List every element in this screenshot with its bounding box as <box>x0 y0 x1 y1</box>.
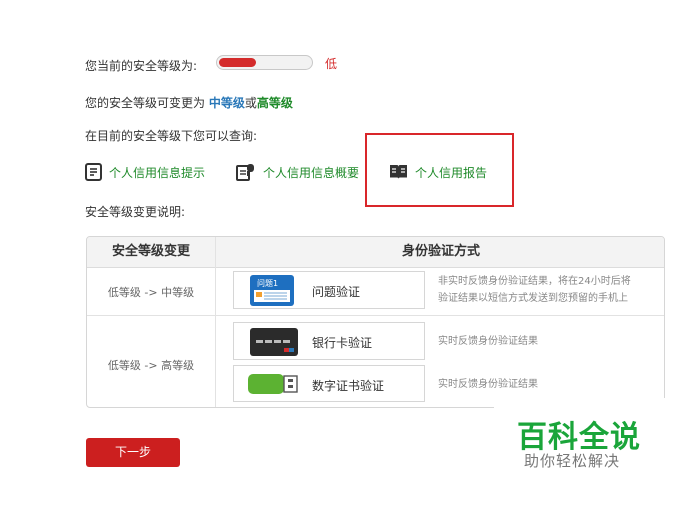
question-card-icon: 问题1 <box>250 275 294 306</box>
table-header: 安全等级变更 身份验证方式 <box>87 237 664 268</box>
column-divider <box>215 237 216 407</box>
query-heading: 在目前的安全等级下您可以查询: <box>85 129 258 143</box>
level-change-or: 或 <box>244 96 257 110</box>
row-divider <box>87 315 664 316</box>
level-change-text: 您的安全等级可变更为 中等级或高等级 <box>85 94 293 111</box>
document-icon <box>85 163 102 181</box>
security-level-bar-fill <box>219 58 256 67</box>
method-question[interactable]: 问题1 问题验证 <box>233 271 425 309</box>
method-desc-line: 验证结果以短信方式发送到您预留的手机上 <box>438 293 628 304</box>
level-change-table: 安全等级变更 身份验证方式 低等级 -> 中等级 问题1 问题验证 非实时反馈身… <box>86 236 665 408</box>
level-change-prefix: 您的安全等级可变更为 <box>85 96 209 110</box>
security-level-label: 您当前的安全等级为: <box>85 59 198 73</box>
bank-card-icon <box>250 328 298 356</box>
security-level-value: 低 <box>325 57 338 71</box>
method-desc: 实时反馈身份验证结果 <box>438 376 538 393</box>
header-change: 安全等级变更 <box>111 244 190 259</box>
query-item-label: 个人信用信息提示 <box>109 165 206 180</box>
method-desc-line: 非实时反馈身份验证结果，将在24小时后将 <box>438 276 631 287</box>
row-change-medium: 低等级 -> 中等级 <box>107 286 195 299</box>
header-method: 身份验证方式 <box>401 244 480 259</box>
method-bank-card[interactable]: 银行卡验证 <box>233 322 425 360</box>
query-item-label: 个人信用信息概要 <box>263 165 360 180</box>
method-desc-line: 实时反馈身份验证结果 <box>438 379 538 390</box>
method-label: 数字证书验证 <box>312 379 385 393</box>
document-p-icon <box>236 164 254 181</box>
medium-level-link[interactable]: 中等级 <box>209 96 245 110</box>
method-desc-line: 实时反馈身份验证结果 <box>438 336 538 347</box>
next-step-button[interactable]: 下一步 <box>86 438 180 467</box>
usb-key-icon <box>248 374 298 394</box>
method-desc: 非实时反馈身份验证结果，将在24小时后将 验证结果以短信方式发送到您预留的手机上 <box>438 273 631 307</box>
watermark-sub: 助你轻松解决 <box>524 452 621 470</box>
method-label: 银行卡验证 <box>312 336 373 350</box>
highlight-box <box>365 133 514 207</box>
row-change-high: 低等级 -> 高等级 <box>107 359 195 372</box>
query-item-credit-tips[interactable]: 个人信用信息提示 <box>85 163 205 181</box>
query-item-credit-summary[interactable]: 个人信用信息概要 <box>236 163 359 181</box>
method-digital-cert[interactable]: 数字证书验证 <box>233 365 425 402</box>
method-desc: 实时反馈身份验证结果 <box>438 333 538 350</box>
high-level-link[interactable]: 高等级 <box>257 96 293 110</box>
explain-heading: 安全等级变更说明: <box>85 205 186 219</box>
question-card-icon-text: 问题1 <box>257 279 278 288</box>
method-label: 问题验证 <box>312 285 361 299</box>
